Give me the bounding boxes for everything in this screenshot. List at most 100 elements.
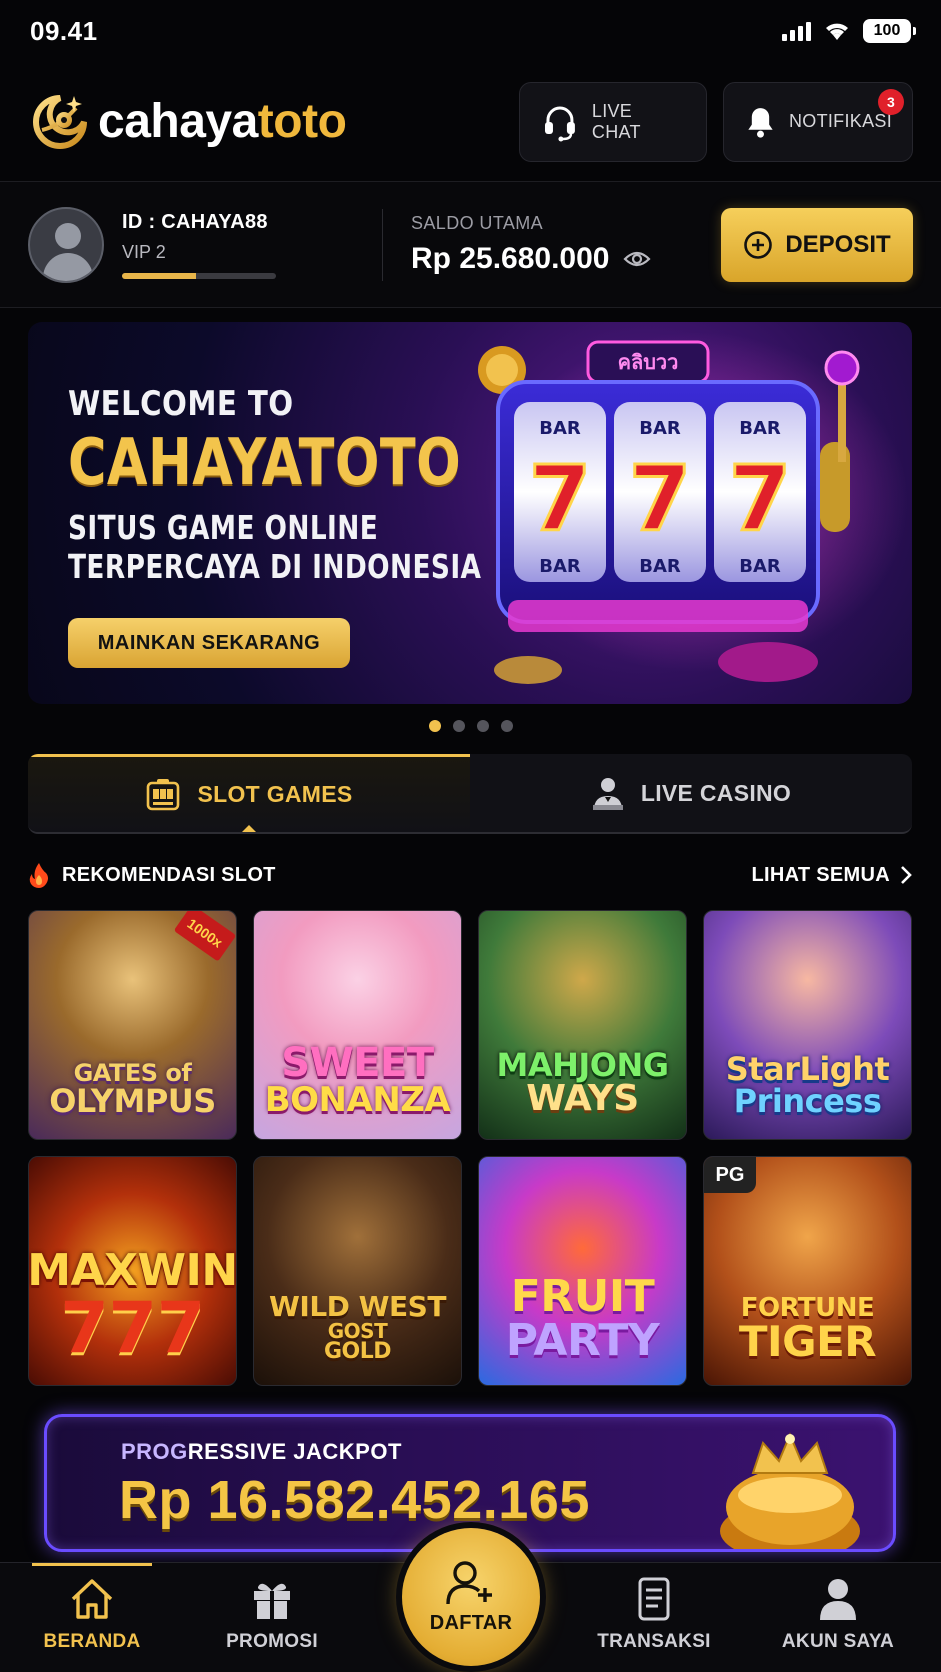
nav-home-label: BERANDA xyxy=(43,1631,141,1652)
game-title-line2: Princess xyxy=(733,1082,882,1120)
battery-icon: 100 xyxy=(863,19,916,43)
game-title-line1: StarLight xyxy=(725,1050,890,1088)
game-card-wild-west-gold[interactable]: WILD WEST GOST GOLD xyxy=(253,1156,462,1386)
game-title: StarLight Princess xyxy=(726,1053,890,1117)
game-title: MAXWIN 777 xyxy=(29,1249,236,1369)
avatar[interactable] xyxy=(28,206,104,283)
crown-pot-icon xyxy=(720,1432,860,1549)
jackpot-value: Rp 16.582.452.165 xyxy=(119,1470,590,1530)
divider xyxy=(382,208,383,281)
gift-icon xyxy=(254,1583,290,1619)
tab-slot-games-label: SLOT GAMES xyxy=(197,781,353,807)
recommended-slots-header: REKOMENDASI SLOT LIHAT SEMUA xyxy=(28,858,912,892)
reel-top-2: BAR xyxy=(639,418,681,439)
headset-icon xyxy=(544,106,575,141)
nav-home[interactable]: BERANDA xyxy=(12,1563,172,1653)
tab-live-casino[interactable]: LIVE CASINO xyxy=(470,754,912,832)
logo-emblem-icon xyxy=(33,94,87,149)
play-now-button[interactable]: MAINKAN SEKARANG xyxy=(68,618,350,668)
live-chat-button[interactable]: LIVE CHAT xyxy=(519,81,707,162)
add-user-icon xyxy=(446,1560,492,1604)
carousel-dot[interactable] xyxy=(476,720,489,732)
status-icons: 100 xyxy=(782,19,916,43)
chevron-right-icon xyxy=(901,866,912,884)
banner-line-tagline-1: SITUS GAME ONLINE xyxy=(68,508,379,547)
multiplier-ribbon: 1000x xyxy=(173,911,236,962)
brand-logo[interactable]: cahayatoto xyxy=(28,90,347,154)
nav-account[interactable]: AKUN SAYA xyxy=(758,1577,918,1653)
notification-label: NOTIFIKASI xyxy=(788,111,892,131)
nav-transaction-label: TRANSAKSI xyxy=(597,1631,711,1652)
eye-icon[interactable] xyxy=(623,249,652,269)
jackpot-label: PROGRESSIVE JACKPOT xyxy=(121,1439,402,1465)
logo-text-white: cahaya xyxy=(98,95,258,148)
game-card-fruit-party[interactable]: FRUIT PARTY xyxy=(478,1156,687,1386)
game-title-line2: GOST xyxy=(327,1319,388,1343)
game-title-line2: 777 xyxy=(60,1287,205,1369)
game-card-fortune-tiger[interactable]: PG FORTUNE TIGER xyxy=(703,1156,912,1386)
reel-top-3: BAR xyxy=(739,418,781,439)
home-icon xyxy=(71,1579,113,1619)
nav-promo[interactable]: PROMOSI xyxy=(192,1577,352,1653)
game-title: WILD WEST GOST GOLD xyxy=(269,1293,446,1363)
game-title-line2: TIGER xyxy=(738,1317,877,1366)
carousel-dots xyxy=(0,720,941,732)
bell-icon xyxy=(748,107,773,138)
carousel-dot[interactable] xyxy=(428,720,441,732)
banner-line-brand: CAHAYATOTO xyxy=(68,426,462,500)
game-title-line2: WAYS xyxy=(526,1078,639,1119)
fire-icon xyxy=(29,863,48,888)
game-card-starlight-princess[interactable]: StarLight Princess xyxy=(703,910,912,1140)
game-category-tabs: SLOT GAMES LIVE CASINO xyxy=(28,754,912,834)
register-button[interactable]: DAFTAR xyxy=(402,1528,540,1666)
register-label: DAFTAR xyxy=(429,1611,513,1634)
game-title-line2: OLYMPUS xyxy=(49,1082,216,1120)
slot-machine-icon xyxy=(147,778,180,810)
nav-account-label: AKUN SAYA xyxy=(781,1631,895,1652)
nav-transaction[interactable]: TRANSAKSI xyxy=(574,1577,734,1653)
tab-slot-games[interactable]: SLOT GAMES xyxy=(28,754,470,832)
banner-line-welcome: WELCOME TO xyxy=(68,384,294,424)
logo-text: cahayatoto xyxy=(98,94,347,149)
user-icon xyxy=(820,1579,856,1620)
reel-bot-3: BAR xyxy=(739,556,781,577)
banner-line-tagline-2: TERPERCAYA DI INDONESIA xyxy=(68,547,482,586)
carousel-dot[interactable] xyxy=(452,720,465,732)
game-title-line1: MAHJONG xyxy=(496,1046,669,1084)
see-all-link[interactable]: LIHAT SEMUA xyxy=(752,864,912,887)
game-card-maxwin-777[interactable]: MAXWIN 777 xyxy=(28,1156,237,1386)
game-card-sweet-bonanza[interactable]: SWEET BONANZA xyxy=(253,910,462,1140)
wifi-icon xyxy=(826,23,848,40)
jackpot-label-a: PROG xyxy=(121,1439,188,1464)
reel-bot-2: BAR xyxy=(639,556,681,577)
provider-tag: PG xyxy=(704,1157,756,1193)
notification-button[interactable]: NOTIFIKASI 3 xyxy=(723,81,913,162)
dealer-icon xyxy=(592,778,623,810)
game-title: MAHJONG WAYS xyxy=(496,1046,669,1119)
user-id: ID : CAHAYA88 xyxy=(122,210,268,233)
game-title: GATES of OLYMPUS xyxy=(49,1061,216,1117)
cellular-signal-icon xyxy=(782,21,811,41)
deposit-button[interactable]: DEPOSIT xyxy=(721,207,913,282)
game-title-line2: PARTY xyxy=(505,1315,660,1366)
carousel-dot[interactable] xyxy=(500,720,513,732)
nav-promo-label: PROMOSI xyxy=(226,1631,318,1652)
game-title: FRUIT PARTY xyxy=(506,1275,660,1363)
game-card-gates-of-olympus[interactable]: 1000x GATES of OLYMPUS xyxy=(28,910,237,1140)
reel-mid-3: 7 xyxy=(729,447,792,552)
plus-circle-icon xyxy=(744,230,773,259)
tab-live-casino-label: LIVE CASINO xyxy=(640,779,792,806)
deposit-label: DEPOSIT xyxy=(785,230,891,258)
promo-banner[interactable]: คลิบวว BAR BAR BAR 7 7 7 BAR BAR BAR WEL… xyxy=(28,322,912,704)
game-title: FORTUNE TIGER xyxy=(738,1295,877,1366)
game-title-line3: GOLD xyxy=(323,1339,392,1364)
section-title: REKOMENDASI SLOT xyxy=(62,863,276,886)
reel-mid-2: 7 xyxy=(629,447,692,552)
notification-count-badge: 3 xyxy=(878,88,904,115)
game-title-line1: SWEET xyxy=(281,1040,434,1086)
app-header: cahayatoto LIVE CHAT NOTIFIKASI 3 xyxy=(0,62,941,182)
vip-progress-fill xyxy=(122,272,196,279)
game-title: SWEET BONANZA xyxy=(265,1043,451,1117)
balance-label: SALDO UTAMA xyxy=(411,213,544,233)
game-card-mahjong-ways[interactable]: MAHJONG WAYS xyxy=(478,910,687,1140)
